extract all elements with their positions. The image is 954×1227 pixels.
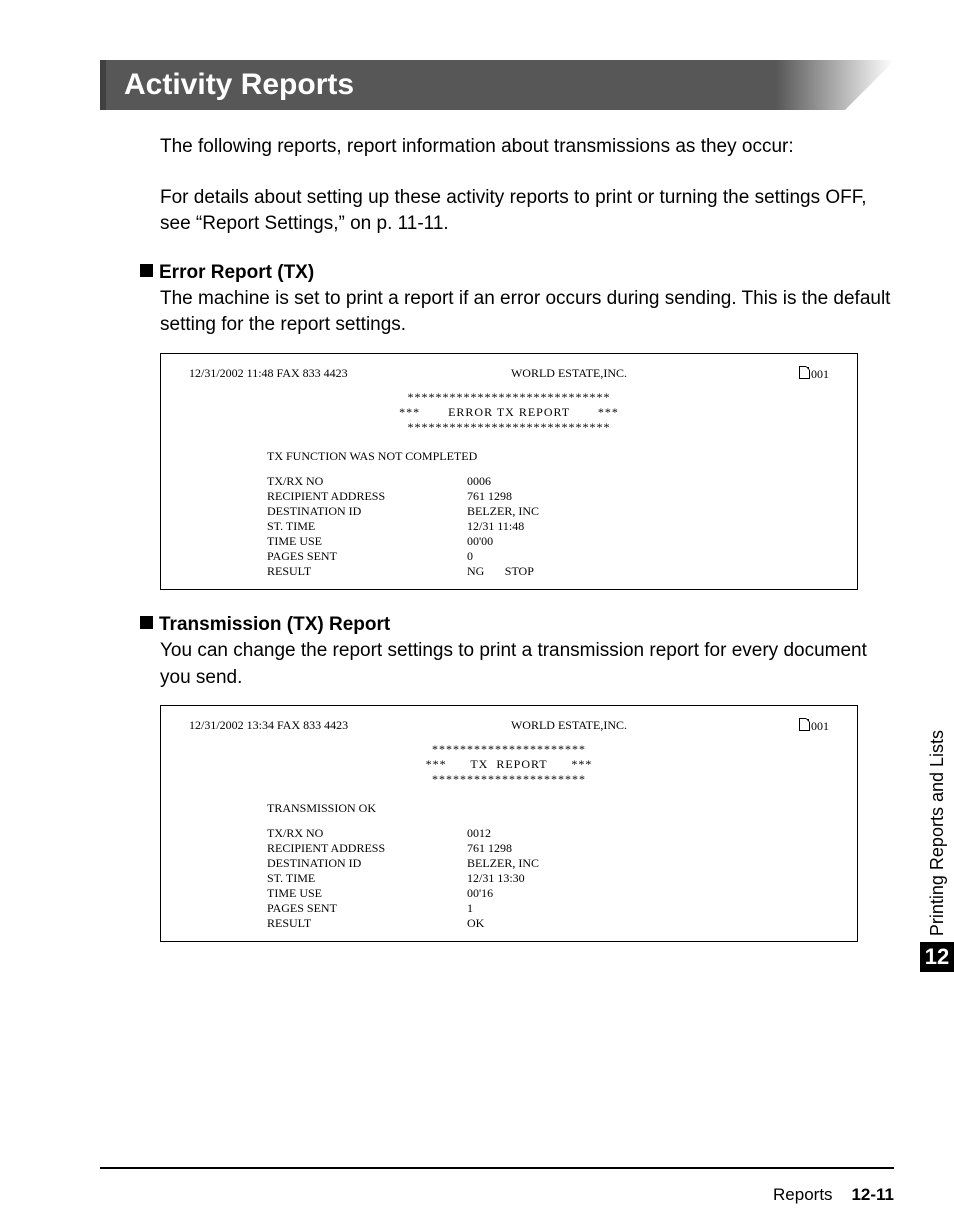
error-report-sample: 12/31/2002 11:48 FAX 833 4423 WORLD ESTA… xyxy=(160,353,858,590)
intro-para-2: For details about setting up these activ… xyxy=(160,185,894,238)
report-row: DESTINATION IDBELZER, INC xyxy=(267,504,829,519)
report-title-starline-top: ***************************** xyxy=(189,390,829,405)
report-row-extra: STOP xyxy=(484,564,554,579)
report-row-value: BELZER, INC xyxy=(467,504,539,519)
report-status: TRANSMISSION OK xyxy=(267,801,829,816)
report-row-value: 1 xyxy=(467,901,473,916)
report-row-key: TIME USE xyxy=(267,886,467,901)
report-title-starline-bot: ********************** xyxy=(189,772,829,787)
report-row-key: DESTINATION ID xyxy=(267,504,467,519)
chapter-side-tab-number: 12 xyxy=(920,942,954,972)
report-header: 12/31/2002 11:48 FAX 833 4423 WORLD ESTA… xyxy=(189,366,829,382)
report-row-key: RECIPIENT ADDRESS xyxy=(267,489,467,504)
report-row-value: BELZER, INC xyxy=(467,856,539,871)
report-row-value: 00'16 xyxy=(467,886,493,901)
report-row-key: RESULT xyxy=(267,564,467,579)
error-report-description: The machine is set to print a report if … xyxy=(160,286,894,339)
report-row-value: OK xyxy=(467,916,484,931)
footer-page-number: 12-11 xyxy=(851,1185,894,1204)
report-row-value: 0006 xyxy=(467,474,491,489)
report-title-starline-top: ********************** xyxy=(189,742,829,757)
report-row-key: RESULT xyxy=(267,916,467,931)
report-row-value: NG xyxy=(467,564,484,579)
report-row: TX/RX NO0006 xyxy=(267,474,829,489)
report-row: TIME USE00'16 xyxy=(267,886,829,901)
report-fields: TX/RX NO0006RECIPIENT ADDRESS761 1298DES… xyxy=(267,474,829,579)
report-row-value: 12/31 13:30 xyxy=(467,871,525,886)
report-row-key: PAGES SENT xyxy=(267,901,467,916)
report-status: TX FUNCTION WAS NOT COMPLETED xyxy=(267,449,829,464)
report-row-key: TIME USE xyxy=(267,534,467,549)
report-row-value: 761 1298 xyxy=(467,841,512,856)
report-header-left: 12/31/2002 13:34 FAX 833 4423 xyxy=(189,718,369,734)
report-row: RESULTNGSTOP xyxy=(267,564,829,579)
report-row: ST. TIME12/31 13:30 xyxy=(267,871,829,886)
report-row-value: 761 1298 xyxy=(467,489,512,504)
report-title-block: ********************** *** TX REPORT ***… xyxy=(189,742,829,787)
report-title-text: *** ERROR TX REPORT *** xyxy=(189,405,829,420)
footer-rule xyxy=(100,1167,894,1169)
section-title: Activity Reports xyxy=(124,68,354,102)
report-row: PAGES SENT 1 xyxy=(267,901,829,916)
report-row: ST. TIME12/31 11:48 xyxy=(267,519,829,534)
report-header: 12/31/2002 13:34 FAX 833 4423 WORLD ESTA… xyxy=(189,718,829,734)
tx-report-description: You can change the report settings to pr… xyxy=(160,638,894,691)
report-row: RECIPIENT ADDRESS761 1298 xyxy=(267,489,829,504)
error-report-heading-text: Error Report (TX) xyxy=(159,262,314,283)
report-row: TX/RX NO0012 xyxy=(267,826,829,841)
report-header-mid: WORLD ESTATE,INC. xyxy=(369,366,769,382)
report-row-value: 0 xyxy=(467,549,473,564)
report-header-right-num: 001 xyxy=(811,367,829,381)
report-header-left: 12/31/2002 11:48 FAX 833 4423 xyxy=(189,366,369,382)
report-row-key: RECIPIENT ADDRESS xyxy=(267,841,467,856)
tx-report-heading: Transmission (TX) Report xyxy=(140,614,894,636)
report-row-value: 0012 xyxy=(467,826,491,841)
report-title-starline-bot: ***************************** xyxy=(189,420,829,435)
report-row: RESULTOK xyxy=(267,916,829,931)
report-row-key: ST. TIME xyxy=(267,519,467,534)
report-row-value: 12/31 11:48 xyxy=(467,519,524,534)
footer-label: Reports xyxy=(773,1185,833,1204)
bullet-square-icon xyxy=(140,264,153,277)
page-icon xyxy=(799,366,810,379)
bullet-square-icon xyxy=(140,616,153,629)
report-header-right-num: 001 xyxy=(811,719,829,733)
section-title-bar: Activity Reports xyxy=(100,60,894,110)
error-report-heading: Error Report (TX) xyxy=(140,262,894,284)
report-row-key: PAGES SENT xyxy=(267,549,467,564)
intro-para-1: The following reports, report informatio… xyxy=(160,134,894,161)
report-row-key: ST. TIME xyxy=(267,871,467,886)
tx-report-heading-text: Transmission (TX) Report xyxy=(159,614,390,635)
report-header-right: 001 xyxy=(769,366,829,382)
report-row: DESTINATION IDBELZER, INC xyxy=(267,856,829,871)
report-row: RECIPIENT ADDRESS761 1298 xyxy=(267,841,829,856)
report-row-key: DESTINATION ID xyxy=(267,856,467,871)
tx-report-sample: 12/31/2002 13:34 FAX 833 4423 WORLD ESTA… xyxy=(160,705,858,942)
report-row: TIME USE00'00 xyxy=(267,534,829,549)
chapter-side-tab-label: Printing Reports and Lists xyxy=(927,730,948,936)
report-title-text: *** TX REPORT *** xyxy=(189,757,829,772)
report-row-key: TX/RX NO xyxy=(267,474,467,489)
report-header-mid: WORLD ESTATE,INC. xyxy=(369,718,769,734)
page-icon xyxy=(799,718,810,731)
report-header-right: 001 xyxy=(769,718,829,734)
report-row-value: 00'00 xyxy=(467,534,493,549)
footer: Reports 12-11 xyxy=(773,1185,894,1205)
chapter-side-tab: Printing Reports and Lists 12 xyxy=(920,730,954,972)
report-fields: TX/RX NO0012RECIPIENT ADDRESS761 1298DES… xyxy=(267,826,829,931)
report-row-key: TX/RX NO xyxy=(267,826,467,841)
report-row: PAGES SENT 0 xyxy=(267,549,829,564)
report-title-block: ***************************** *** ERROR … xyxy=(189,390,829,435)
